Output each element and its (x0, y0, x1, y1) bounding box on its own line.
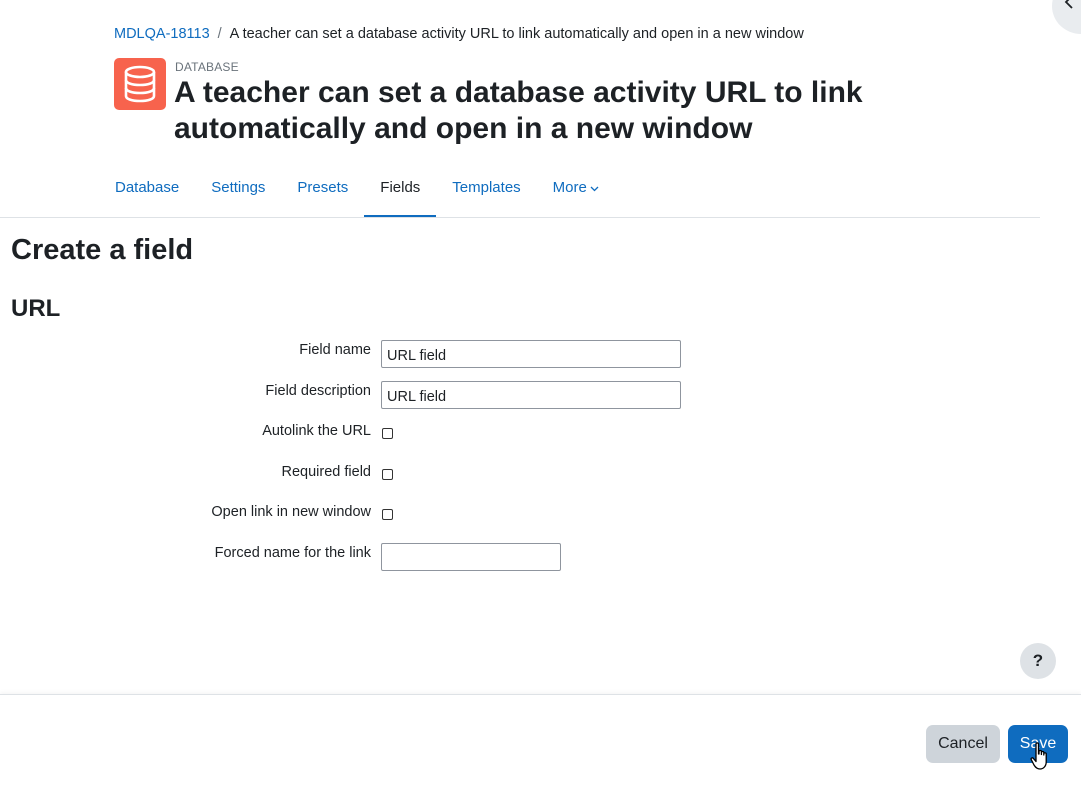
sticky-footer: Cancel Save (0, 694, 1081, 785)
breadcrumb-separator: / (217, 26, 222, 42)
forced-name-input[interactable] (381, 543, 561, 571)
breadcrumb-course-link[interactable]: MDLQA-18113 (114, 26, 210, 42)
required-label: Required field (281, 464, 371, 480)
breadcrumb: MDLQA-18113 / A teacher can set a databa… (114, 26, 804, 42)
secondary-navigation: Database Settings Presets Fields Templat… (99, 160, 615, 218)
field-name-input[interactable] (381, 340, 681, 368)
tabs-divider (0, 217, 1040, 218)
tab-settings[interactable]: Settings (195, 160, 281, 218)
tab-database[interactable]: Database (99, 160, 195, 218)
cancel-button-label: Cancel (938, 735, 988, 752)
tab-presets[interactable]: Presets (281, 160, 364, 218)
forced-name-label: Forced name for the link (214, 545, 371, 561)
tab-presets-label: Presets (297, 178, 349, 196)
field-name-row: Field name (0, 340, 700, 372)
field-name-label: Field name (299, 342, 371, 358)
activity-type-label: DATABASE (175, 60, 239, 74)
help-button-label: ? (1032, 651, 1044, 670)
database-icon (114, 58, 166, 110)
field-description-row: Field description (0, 381, 700, 413)
field-description-input[interactable] (381, 381, 681, 409)
field-description-label: Field description (265, 383, 371, 399)
help-button[interactable]: ? (1020, 643, 1056, 679)
page-title: A teacher can set a database activity UR… (174, 76, 863, 145)
field-type-heading: URL (11, 295, 61, 322)
chevron-left-icon (1064, 0, 1076, 14)
autolink-label: Autolink the URL (262, 423, 371, 439)
new-window-checkbox[interactable] (382, 509, 393, 520)
tab-templates[interactable]: Templates (436, 160, 536, 218)
forced-name-row: Forced name for the link (0, 543, 700, 575)
new-window-row: Open link in new window (0, 504, 700, 534)
tab-fields-label: Fields (380, 178, 421, 196)
chevron-down-icon (590, 161, 599, 215)
tab-fields[interactable]: Fields (364, 160, 437, 218)
tab-more-label: More (552, 178, 587, 196)
new-window-label: Open link in new window (211, 504, 371, 520)
drawer-toggle-button[interactable] (1052, 0, 1081, 34)
autolink-checkbox[interactable] (382, 428, 393, 439)
autolink-row: Autolink the URL (0, 423, 700, 453)
required-row: Required field (0, 464, 700, 494)
page-heading: Create a field (11, 234, 194, 266)
hand-cursor-icon (1030, 742, 1052, 772)
required-checkbox[interactable] (382, 469, 393, 480)
tab-database-label: Database (115, 178, 180, 196)
breadcrumb-current: A teacher can set a database activity UR… (229, 26, 804, 42)
tab-templates-label: Templates (452, 178, 521, 196)
cancel-button[interactable]: Cancel (926, 725, 1000, 763)
tab-settings-label: Settings (211, 178, 266, 196)
tab-more[interactable]: More (537, 160, 615, 218)
